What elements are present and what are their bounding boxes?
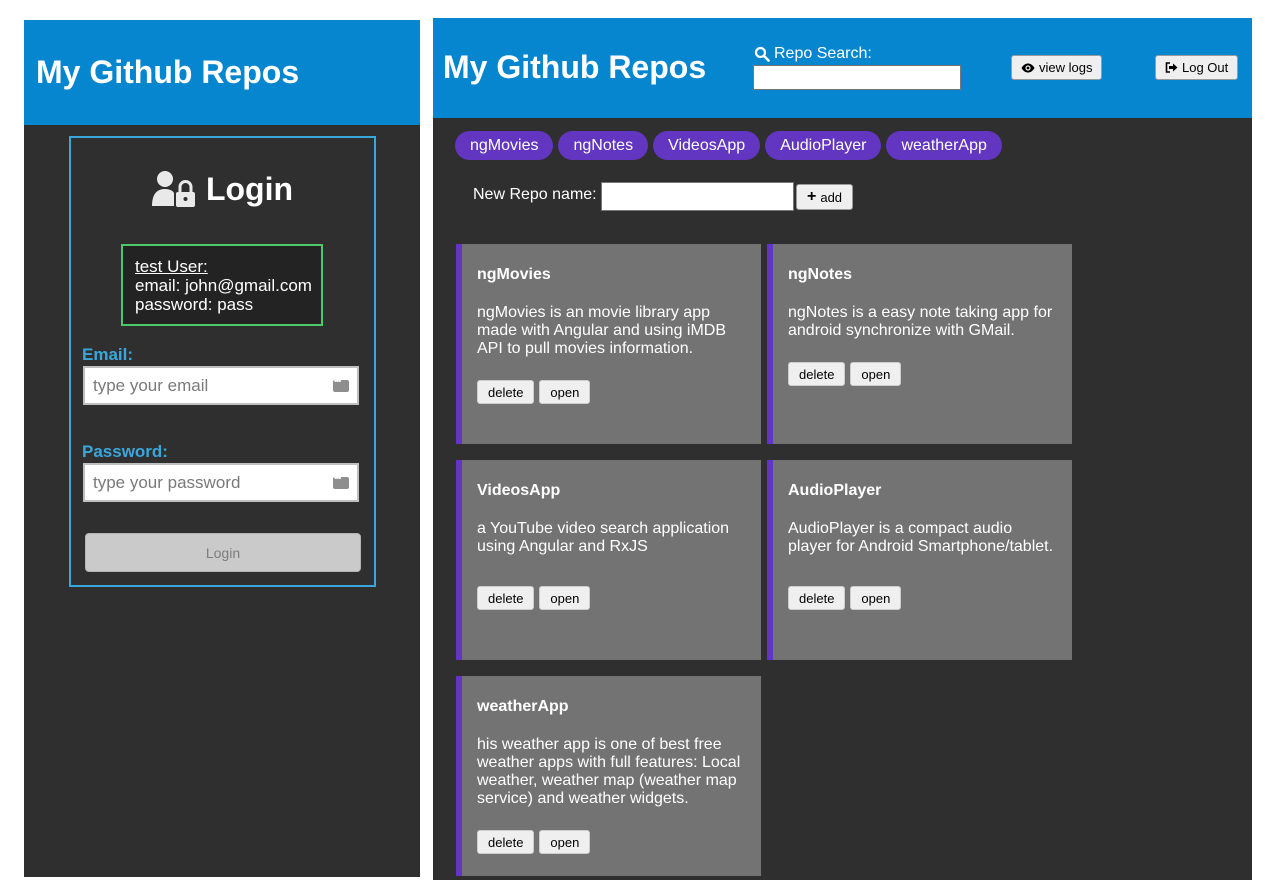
login-button[interactable]: Login [85,533,361,572]
open-button[interactable]: open [850,362,902,386]
repo-card-title: AudioPlayer [788,482,882,499]
app-title: My Github Repos [36,54,300,90]
repo-tabs: ngMovies ngNotes VideosApp AudioPlayer w… [455,131,1002,160]
email-placeholder: type your email [93,375,209,395]
autofill-key-icon[interactable] [333,376,349,392]
repo-card-description: a YouTube video search application using… [477,520,730,555]
repo-card-description: ngMovies is an movie library app made wi… [477,304,727,357]
repo-card: ngNotes ngNotes is a easy note taking ap… [767,244,1072,444]
repo-search-label-text: Repo Search: [774,45,872,62]
login-header: My Github Repos [24,20,420,125]
repo-tab[interactable]: weatherApp [886,131,1002,160]
repo-card-title: ngMovies [477,266,551,283]
password-placeholder: type your password [93,472,241,492]
test-user-heading: test User: [135,257,208,276]
email-field[interactable]: type your email [83,366,359,405]
login-form: Login test User: email: john@gmail.com p… [69,136,376,587]
repo-card-title: ngNotes [788,266,852,283]
open-button[interactable]: open [539,380,591,404]
repo-search-input[interactable] [753,65,961,90]
repo-tab[interactable]: VideosApp [653,131,761,160]
search-icon [754,46,770,62]
repo-tab[interactable]: ngMovies [455,131,554,160]
repos-panel: My Github Repos Repo Search: view logs L… [433,18,1252,880]
repo-search-label: Repo Search: [754,45,872,63]
user-lock-icon [151,171,195,207]
repo-tab[interactable]: AudioPlayer [765,131,882,160]
repo-tab[interactable]: ngNotes [558,131,649,160]
open-button[interactable]: open [850,586,902,610]
repo-card-actions: delete open [477,586,761,610]
plus-icon: + [807,188,817,205]
new-repo-input[interactable] [601,182,794,211]
delete-button[interactable]: delete [477,586,535,610]
add-repo-button[interactable]: + add [796,184,854,210]
delete-button[interactable]: delete [477,830,535,854]
eye-icon [1021,63,1035,72]
logout-label: Log Out [1182,60,1229,75]
password-field[interactable]: type your password [83,463,359,502]
new-repo-label: New Repo name: [473,186,597,203]
open-button[interactable]: open [539,830,591,854]
delete-button[interactable]: delete [788,586,846,610]
add-label: add [820,189,843,205]
repo-card-title: weatherApp [477,698,569,715]
password-label: Password: [82,442,168,461]
view-logs-label: view logs [1039,60,1093,75]
delete-button[interactable]: delete [477,380,535,404]
repo-card-description: AudioPlayer is a compact audio player fo… [788,520,1054,555]
test-user-box: test User: email: john@gmail.com passwor… [121,244,323,326]
repo-card: AudioPlayer AudioPlayer is a compact aud… [767,460,1072,660]
test-user-email: email: john@gmail.com [135,276,312,295]
autofill-key-icon[interactable] [333,473,349,489]
test-user-password: password: pass [135,295,254,314]
app-title: My Github Repos [443,49,707,85]
repo-card-description: ngNotes is a easy note taking app for an… [788,304,1053,339]
delete-button[interactable]: delete [788,362,846,386]
repo-card-actions: delete open [788,586,1072,610]
repos-header: My Github Repos Repo Search: view logs L… [433,18,1252,118]
repo-card-actions: delete open [788,362,1072,386]
repo-card-actions: delete open [477,380,761,404]
repo-card: VideosApp a YouTube video search applica… [456,460,761,660]
repo-card-title: VideosApp [477,482,561,499]
logout-button[interactable]: Log Out [1155,55,1239,80]
sign-out-icon [1165,62,1178,73]
repo-card-description: his weather app is one of best free weat… [477,736,741,807]
repo-card: weatherApp his weather app is one of bes… [456,676,761,876]
repo-card: ngMovies ngMovies is an movie library ap… [456,244,761,444]
email-label: Email: [82,345,134,364]
login-heading: Login [71,170,374,208]
repo-card-actions: delete open [477,830,761,854]
login-title: Login [205,170,294,207]
login-panel: My Github Repos Login test User: email: … [24,20,420,877]
view-logs-button[interactable]: view logs [1011,55,1103,80]
open-button[interactable]: open [539,586,591,610]
